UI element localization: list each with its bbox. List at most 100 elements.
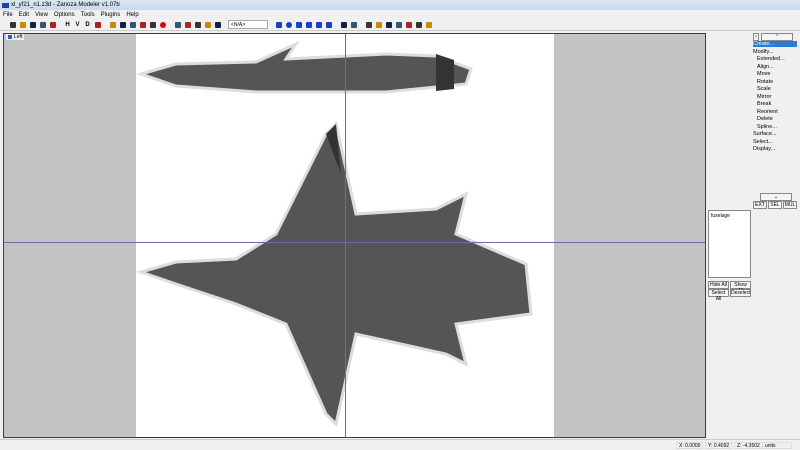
tool-2-button[interactable]	[374, 20, 383, 29]
panel-menu-mirror[interactable]: Mirror	[757, 94, 771, 100]
revert-icon	[49, 21, 56, 28]
show-all-button[interactable]: Show All	[730, 281, 751, 294]
open-icon	[19, 21, 26, 28]
view-b-button[interactable]	[213, 20, 222, 29]
tab-mul[interactable]: MUL	[783, 201, 797, 209]
cone-button[interactable]	[304, 20, 313, 29]
cube-view-3-button[interactable]	[138, 20, 147, 29]
panel-menu-break[interactable]: Break	[757, 101, 771, 107]
status-z: Z: -4.3502	[734, 442, 763, 449]
menu-edit[interactable]: Edit	[19, 12, 29, 18]
object-list-item[interactable]: fuselage	[711, 213, 748, 219]
cylinder-button[interactable]	[294, 20, 303, 29]
status-x: X: 0.0000	[676, 442, 704, 449]
cube-view-1-icon	[119, 21, 126, 28]
axes-icon	[94, 21, 101, 28]
menu-plugins[interactable]: Plugins	[101, 12, 121, 18]
tool-1-button[interactable]	[364, 20, 373, 29]
toolbar: H V D <N/A>	[0, 19, 800, 31]
zoom-button[interactable]	[173, 20, 182, 29]
title-bar: xl_yf21_n1.z3d - Zanoza Modeler v1.07b	[0, 0, 800, 10]
status-y: Y: 0.4092	[705, 442, 733, 449]
view-v-button[interactable]: V	[73, 20, 82, 29]
scroll-up-button[interactable]: ⌃	[761, 33, 793, 41]
viewport-label-text: Left	[14, 34, 23, 40]
view-b-icon	[214, 21, 221, 28]
render-sphere-icon	[159, 21, 166, 28]
viewport-label[interactable]: Left	[6, 34, 25, 40]
box-button[interactable]	[274, 20, 283, 29]
copy-view-button[interactable]	[193, 20, 202, 29]
save-button[interactable]	[28, 20, 37, 29]
panel-menu-modify[interactable]: Modify...	[753, 49, 773, 55]
circle-select-button[interactable]	[349, 20, 358, 29]
panel-menu-scale[interactable]: Scale	[757, 86, 771, 92]
axes-button[interactable]	[93, 20, 102, 29]
select-button[interactable]	[108, 20, 117, 29]
cube-view-2-button[interactable]	[128, 20, 137, 29]
view-d-button[interactable]: D	[83, 20, 92, 29]
tool-3-button[interactable]	[384, 20, 393, 29]
toolbar-label: H	[65, 21, 70, 28]
copy-view-icon	[194, 21, 201, 28]
tool-5-icon	[405, 21, 412, 28]
crosshair-horizontal	[4, 242, 705, 243]
menu-help[interactable]: Help	[126, 12, 138, 18]
tool-7-button[interactable]	[424, 20, 433, 29]
cube-view-3-icon	[139, 21, 146, 28]
menu-view[interactable]: View	[35, 12, 48, 18]
panel-collapse-button[interactable]: ‹	[753, 33, 759, 41]
panel-menu-delete[interactable]: Delete	[757, 116, 773, 122]
panel-menu-reorient[interactable]: Reorient	[757, 109, 778, 115]
rect-select-button[interactable]	[339, 20, 348, 29]
tool-7-icon	[425, 21, 432, 28]
tool-6-button[interactable]	[414, 20, 423, 29]
view-a-button[interactable]	[203, 20, 212, 29]
zoom-select[interactable]: <N/A>	[228, 20, 268, 29]
cube-view-4-button[interactable]	[148, 20, 157, 29]
toolbar-label: V	[75, 21, 80, 28]
scroll-down-button[interactable]: ⌄	[760, 193, 792, 201]
save-as-button[interactable]	[38, 20, 47, 29]
torus-icon	[315, 21, 322, 28]
viewport-left[interactable]: Left	[3, 33, 706, 438]
panel-menu-align[interactable]: Align...	[757, 64, 774, 70]
menu-tools[interactable]: Tools	[81, 12, 95, 18]
open-button[interactable]	[18, 20, 27, 29]
select-all-button[interactable]: Select All	[708, 289, 729, 302]
panel-menu-create[interactable]: Create...	[753, 41, 797, 47]
cube-view-1-button[interactable]	[118, 20, 127, 29]
new-button[interactable]	[8, 20, 17, 29]
menu-file[interactable]: File	[3, 12, 13, 18]
zoom-icon	[174, 21, 181, 28]
panel-menu-extended[interactable]: Extended...	[757, 56, 785, 62]
pan-button[interactable]	[183, 20, 192, 29]
panel-menu-surface[interactable]: Surface...	[753, 131, 777, 137]
panel-menu-spline[interactable]: Spline...	[757, 124, 777, 130]
tool-4-icon	[395, 21, 402, 28]
pan-icon	[184, 21, 191, 28]
tab-ext[interactable]: EXT	[753, 201, 767, 209]
torus-button[interactable]	[314, 20, 323, 29]
gear-button[interactable]	[324, 20, 333, 29]
status-units: units	[762, 442, 792, 449]
tab-sel[interactable]: SEL	[768, 201, 782, 209]
sphere-button[interactable]	[284, 20, 293, 29]
panel-menu-rotate[interactable]: Rotate	[757, 79, 773, 85]
render-sphere-button[interactable]	[158, 20, 167, 29]
panel-menu-move[interactable]: Move	[757, 71, 770, 77]
deselect-button[interactable]: Deselect	[730, 289, 751, 297]
panel-menu-display[interactable]: Display...	[753, 146, 775, 152]
cone-icon	[305, 21, 312, 28]
view-h-button[interactable]: H	[63, 20, 72, 29]
panel-menu-select[interactable]: Select...	[753, 139, 773, 145]
tool-4-button[interactable]	[394, 20, 403, 29]
menu-options[interactable]: Options	[54, 12, 75, 18]
window-title: xl_yf21_n1.z3d - Zanoza Modeler v1.07b	[11, 2, 120, 8]
tool-5-button[interactable]	[404, 20, 413, 29]
menu-bar: File Edit View Options Tools Plugins Help	[0, 10, 139, 19]
hide-all-button[interactable]: Hide All	[708, 281, 729, 289]
sphere-icon	[285, 21, 292, 28]
object-list[interactable]: fuselage	[708, 210, 751, 278]
revert-button[interactable]	[48, 20, 57, 29]
